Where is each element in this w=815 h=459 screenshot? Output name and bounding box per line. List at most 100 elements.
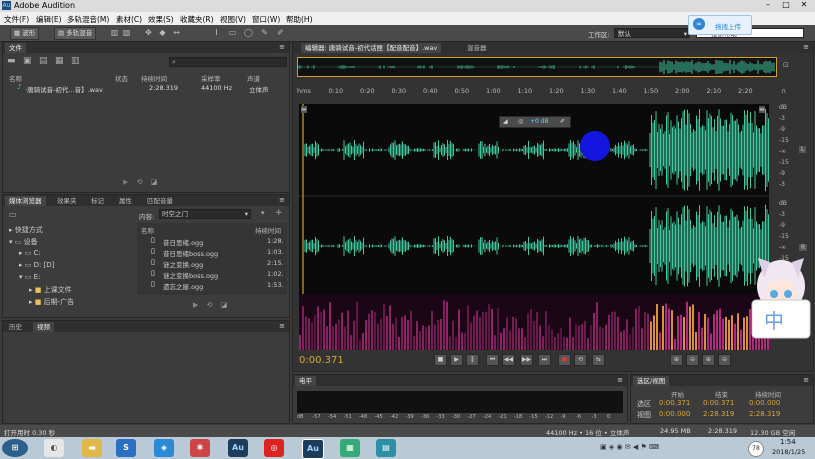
tree-item-devices[interactable]: ▾ ▭ 设备 bbox=[9, 237, 38, 247]
tree-item-folder-2[interactable]: ▸ ■ 后期-广告 bbox=[29, 297, 74, 307]
pause-button[interactable]: ‖ bbox=[466, 354, 479, 366]
multitrack-view-button[interactable]: ▤ 多轨混音 bbox=[54, 27, 97, 40]
timeline-ruler[interactable]: hms 0:10 0:20 0:30 0:40 0:50 1:00 1:10 1:20 1:30 1… bbox=[297, 87, 769, 98]
files-search-input[interactable]: ⌕ bbox=[169, 57, 287, 67]
tab-video[interactable]: 视频 bbox=[33, 322, 54, 332]
spot-healing-icon[interactable]: ✐ bbox=[276, 28, 285, 37]
tab-properties[interactable]: 属性 bbox=[115, 196, 136, 206]
list-item[interactable]: ▯ 谜之变换boss.ogg 1:02. bbox=[137, 269, 287, 280]
clock-date[interactable]: 2018/1/25 bbox=[772, 448, 805, 456]
play-icon[interactable]: ▶ bbox=[123, 178, 128, 186]
file-row[interactable]: ♪ ·唐骑试音-初代...音】.wav 2:28.319 44100 Hz 立体… bbox=[5, 83, 287, 94]
fade-in-handle-icon[interactable]: ▬ bbox=[301, 106, 307, 113]
list-item[interactable]: ▯ 谜之变换.ogg 2:15. bbox=[137, 258, 287, 269]
menu-window[interactable]: 窗口(W) bbox=[252, 14, 280, 25]
menu-view[interactable]: 视图(V) bbox=[220, 14, 246, 25]
tray-chat-icon[interactable]: ✉ bbox=[625, 443, 633, 451]
record-button[interactable]: ● bbox=[558, 354, 571, 366]
knob-icon[interactable]: ◎ bbox=[518, 117, 523, 127]
autoplay-icon[interactable]: ◪ bbox=[151, 178, 158, 186]
new-file-icon[interactable]: ▬ bbox=[7, 56, 16, 66]
time-selection-tool-icon[interactable]: I bbox=[212, 28, 221, 37]
loop-icon[interactable]: ⟲ bbox=[207, 301, 213, 309]
loop-icon[interactable]: ⟲ bbox=[137, 178, 143, 186]
slip-tool-icon[interactable]: ↔ bbox=[172, 28, 181, 37]
col-duration[interactable]: 持续时间 bbox=[141, 73, 167, 83]
netease-icon[interactable]: ◎ bbox=[264, 439, 284, 457]
zoom-in-amplitude-button[interactable]: ⊕ bbox=[670, 354, 683, 366]
loop-button[interactable]: ⟲ bbox=[574, 354, 587, 366]
hud-volume[interactable]: ◢ ◎ +0 dB ✐ bbox=[499, 116, 571, 128]
media-app-icon[interactable]: ✱ bbox=[190, 439, 210, 457]
rewind-button[interactable]: ◀◀ bbox=[502, 354, 515, 366]
spectral-display-icon[interactable]: ▥ bbox=[110, 28, 119, 37]
content-select[interactable]: 时空之门 ▾ bbox=[159, 209, 251, 219]
filter-icon[interactable]: ▾ bbox=[261, 209, 265, 217]
workspace-select[interactable]: 默认 ▾ bbox=[614, 28, 690, 38]
explorer-icon[interactable]: ▬ bbox=[82, 439, 102, 457]
headphones-icon[interactable]: ∩ bbox=[781, 87, 786, 95]
zoom-out-time-button[interactable]: ⊖ bbox=[718, 354, 731, 366]
tree-item-d[interactable]: ▸ ▭ D: [D] bbox=[19, 261, 54, 269]
tab-match-volume[interactable]: 匹配音量 bbox=[143, 196, 177, 206]
add-icon[interactable]: + bbox=[275, 208, 283, 218]
controller-app-icon[interactable]: ◐ bbox=[44, 439, 64, 457]
close-button[interactable]: ✕ bbox=[796, 0, 812, 11]
lasso-tool-icon[interactable]: ◯ bbox=[244, 28, 253, 37]
marquee-tool-icon[interactable]: ▭ bbox=[228, 28, 237, 37]
open-icon[interactable]: ▤ bbox=[39, 56, 48, 66]
minimize-button[interactable]: – bbox=[760, 0, 776, 11]
play-icon[interactable]: ▶ bbox=[193, 301, 198, 309]
tab-media-browser[interactable]: 媒体浏览器 bbox=[5, 196, 46, 206]
panel-menu-icon[interactable]: ≡ bbox=[803, 43, 809, 51]
spectral-display[interactable] bbox=[299, 294, 769, 350]
stop-button[interactable]: ■ bbox=[434, 354, 447, 366]
audition-icon[interactable]: Au bbox=[228, 439, 248, 457]
maximize-button[interactable]: □ bbox=[778, 0, 794, 11]
import-icon[interactable]: ▣ bbox=[23, 56, 32, 66]
start-button-icon[interactable]: ⊞ bbox=[2, 439, 28, 457]
tray-network-icon[interactable]: ◉ bbox=[616, 443, 624, 451]
panel-menu-icon[interactable]: ≡ bbox=[279, 43, 285, 51]
zoom-overview-icon[interactable]: ⊡ bbox=[783, 61, 789, 69]
go-to-start-button[interactable]: ⏮ bbox=[486, 354, 499, 366]
insert-icon[interactable]: ▦ bbox=[55, 56, 64, 66]
menu-file[interactable]: 文件(F) bbox=[4, 14, 29, 25]
selection-end[interactable]: 0:00.371 bbox=[703, 399, 734, 407]
menu-favorites[interactable]: 收藏夹(R) bbox=[180, 14, 214, 25]
green-app-icon[interactable]: ▦ bbox=[340, 439, 360, 457]
list-item[interactable]: ▯ 遗忘之屋.ogg 1:53. bbox=[137, 280, 287, 291]
col-channels[interactable]: 声道 bbox=[247, 73, 260, 83]
pin-icon[interactable]: ✐ bbox=[560, 117, 565, 127]
tab-mixer[interactable]: 混音器 bbox=[463, 43, 491, 53]
col-status[interactable]: 状态 bbox=[115, 73, 128, 83]
menu-help[interactable]: 帮助(H) bbox=[286, 14, 313, 25]
list-item[interactable]: ▯ 昔日思绪.ogg 1:28. bbox=[137, 236, 287, 247]
browser-s-icon[interactable]: S bbox=[116, 439, 136, 457]
tree-item-c[interactable]: ▸ ▭ C: bbox=[19, 249, 41, 257]
col-duration[interactable]: 持续时间 bbox=[255, 225, 281, 235]
panel-menu-icon[interactable]: ≡ bbox=[279, 196, 285, 204]
tab-editor[interactable]: 编辑器: 唐骑试音-初代话匣【配音配音】.wav bbox=[301, 43, 442, 53]
tray-app-icon[interactable]: ▣ bbox=[600, 443, 609, 451]
tree-item-folder-1[interactable]: ▸ ■ 上课文件 bbox=[29, 285, 72, 295]
selection-start[interactable]: 0:00.371 bbox=[659, 399, 690, 407]
panel-menu-icon[interactable]: ≡ bbox=[279, 322, 285, 330]
go-to-end-button[interactable]: ⏭ bbox=[538, 354, 551, 366]
clock-time[interactable]: 1:54 bbox=[780, 438, 796, 446]
waveform-view-button[interactable]: ▦ 波形 bbox=[10, 27, 40, 40]
tab-markers[interactable]: 标记 bbox=[87, 196, 108, 206]
tray-volume-icon[interactable]: ◀ bbox=[633, 443, 641, 451]
channel-left-label[interactable]: L bbox=[799, 146, 807, 153]
waveform-canvas[interactable]: ◢ ◎ +0 dB ✐ ▬ ▬ bbox=[299, 104, 769, 294]
tab-selection-view[interactable]: 选区/视图 bbox=[633, 376, 670, 386]
panel-menu-icon[interactable]: ≡ bbox=[803, 376, 809, 384]
tab-history[interactable]: 历史 bbox=[5, 322, 26, 332]
tab-effects-rack[interactable]: 效果夹 bbox=[53, 196, 81, 206]
shield-icon[interactable]: ◈ bbox=[154, 439, 174, 457]
teal-app-icon[interactable]: ▤ bbox=[376, 439, 396, 457]
autoplay-icon[interactable]: ◪ bbox=[221, 301, 228, 309]
brush-tool-icon[interactable]: ✎ bbox=[260, 28, 269, 37]
close-file-icon[interactable]: ▥ bbox=[71, 56, 80, 66]
menu-edit[interactable]: 编辑(E) bbox=[36, 14, 62, 25]
